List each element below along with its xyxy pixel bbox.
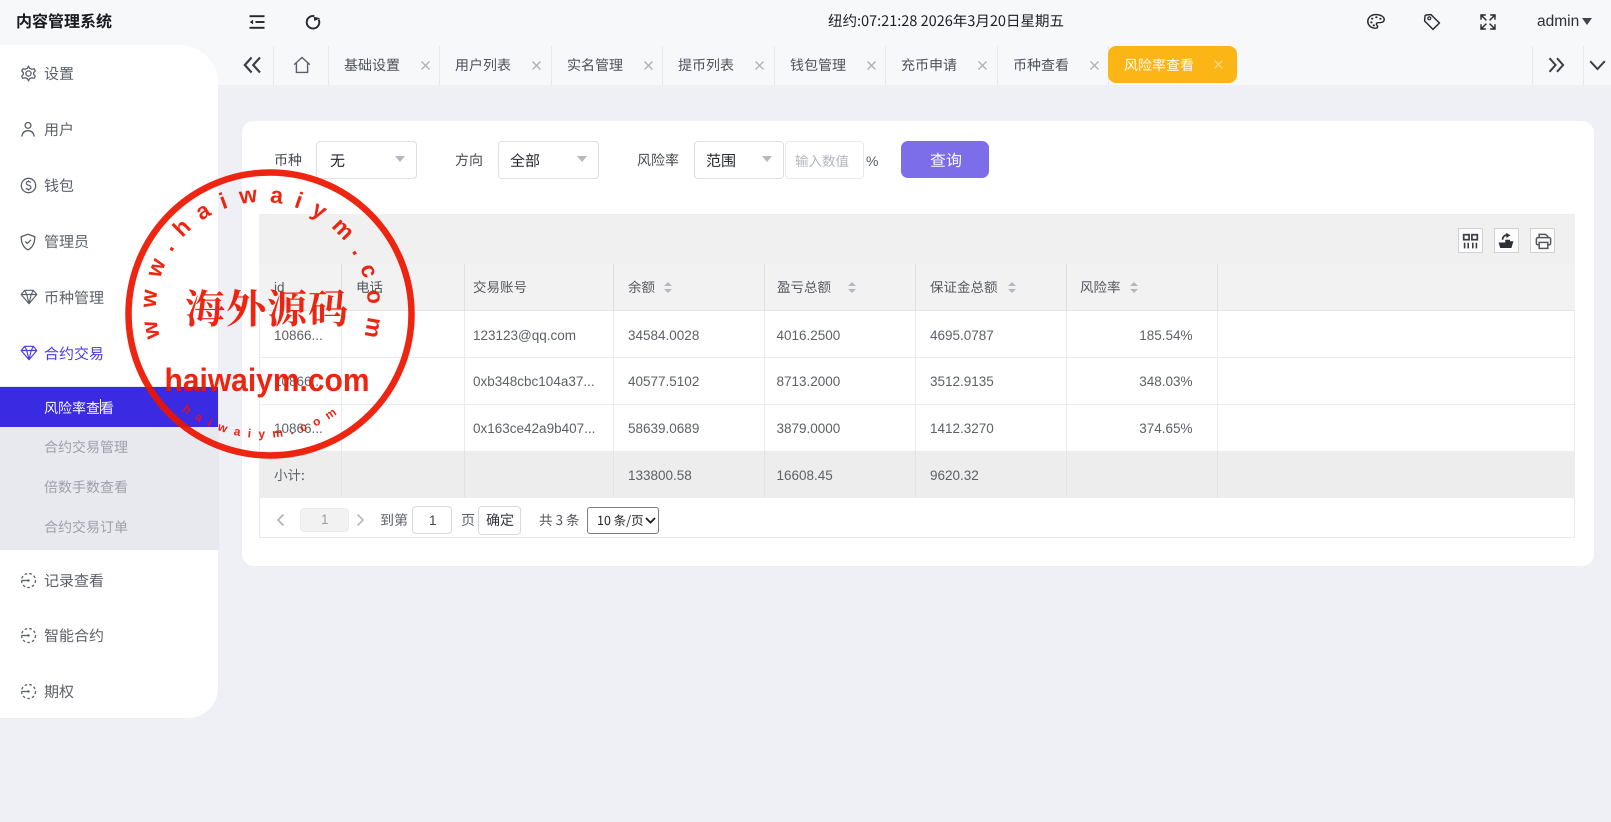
svg-text:www.haiwaiym.com: www.haiwaiym.com: [135, 181, 389, 343]
svg-text:haiwaiym.com: haiwaiym.com: [180, 402, 339, 441]
svg-text:haiwaiym.com: haiwaiym.com: [165, 362, 370, 398]
